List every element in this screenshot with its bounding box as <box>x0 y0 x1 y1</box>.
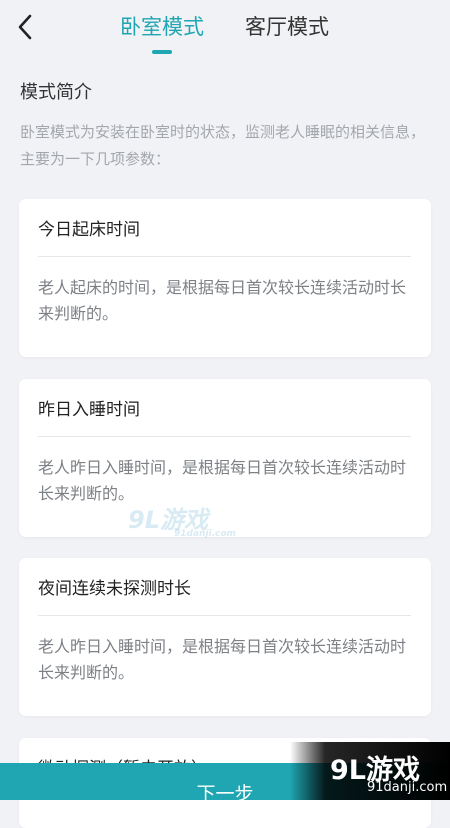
corner-watermark-site: 91danji.com <box>367 780 448 795</box>
tab-bedroom-mode[interactable]: 卧室模式 <box>120 12 204 42</box>
parameter-card-undetected-duration: 夜间连续未探测时长 老人昨日入睡时间，是根据每日首次较长连续活动时长来判断的。 <box>19 558 431 716</box>
intro-title: 模式简介 <box>20 82 92 103</box>
back-button[interactable] <box>8 8 42 46</box>
intro-description: 卧室模式为安装在卧室时的状态，监测老人睡眠的相关信息，主要为一下几项参数： <box>20 123 426 168</box>
card-title: 昨日入睡时间 <box>38 400 140 420</box>
tab-living-room-mode[interactable]: 客厅模式 <box>245 12 329 42</box>
next-step-label: 下一步 <box>196 783 254 805</box>
card-description: 老人起床的时间，是根据每日首次较长连续活动时长来判断的。 <box>38 278 407 323</box>
card-divider <box>38 256 411 257</box>
card-description: 老人昨日入睡时间，是根据每日首次较长连续活动时长来判断的。 <box>38 637 407 682</box>
card-divider <box>38 436 411 437</box>
active-tab-indicator <box>152 50 172 54</box>
watermark-site: 91danji.com <box>174 529 236 539</box>
chevron-left-icon <box>18 14 32 40</box>
card-divider <box>38 615 411 616</box>
card-title: 夜间连续未探测时长 <box>38 579 191 599</box>
center-watermark: 9L游戏 91danji.com <box>128 500 236 539</box>
top-nav-bar: 卧室模式 客厅模式 <box>0 0 450 62</box>
parameter-card-wake-time: 今日起床时间 老人起床的时间，是根据每日首次较长连续活动时长来判断的。 <box>19 199 431 357</box>
card-title: 今日起床时间 <box>38 220 140 240</box>
